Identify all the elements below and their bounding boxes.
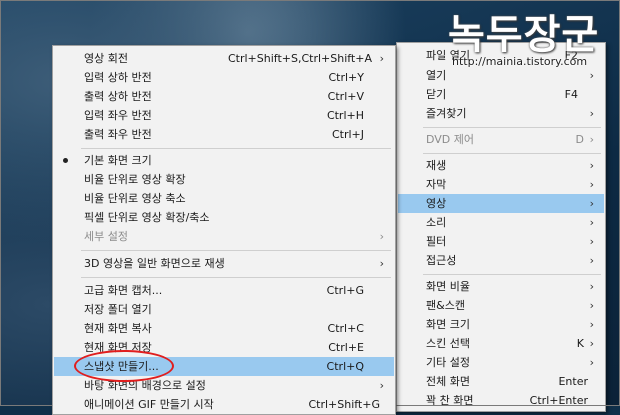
menu-item-advanced-capture[interactable]: 고급 화면 캡처... Ctrl+G: [54, 281, 394, 300]
menu-item-3d-to-2d[interactable]: 3D 영상을 일반 화면으로 재생 ›: [54, 254, 394, 273]
menu-item-screen-size[interactable]: 화면 크기 ›: [398, 315, 604, 334]
menu-item-ratio-zoom-out[interactable]: 비율 단위로 영상 축소: [54, 189, 394, 208]
watermark-url: http://mainia.tistory.com: [452, 55, 588, 68]
menu-separator: [81, 277, 391, 278]
menu-item-filter[interactable]: 필터 ›: [398, 232, 604, 251]
menu-item-copy-frame[interactable]: 현재 화면 복사 Ctrl+C: [54, 319, 394, 338]
menu-item-animated-gif[interactable]: 애니메이션 GIF 만들기 시작 Ctrl+Shift+G: [54, 395, 394, 414]
menu-item-input-flip-vertical[interactable]: 입력 상하 반전 Ctrl+Y: [54, 68, 394, 87]
menu-item-default-screen-size[interactable]: 기본 화면 크기: [54, 151, 394, 170]
menu-item-open-save-folder[interactable]: 저장 폴더 열기: [54, 300, 394, 319]
watermark-title: 녹두장군: [448, 12, 600, 58]
menu-item-detail-settings[interactable]: 세부 설정 ›: [54, 227, 394, 246]
menu-item-pan-scan[interactable]: 팬&스캔 ›: [398, 296, 604, 315]
menu-item-skin[interactable]: 스킨 선택 K ›: [398, 334, 604, 353]
highlight-annotation-ellipse: [74, 350, 174, 382]
menu-item-ratio-zoom-in[interactable]: 비율 단위로 영상 확장: [54, 170, 394, 189]
menu-item-output-flip-horizontal[interactable]: 출력 좌우 반전 Ctrl+J: [54, 125, 394, 144]
chevron-right-icon: ›: [589, 69, 594, 82]
radio-selected-icon: [63, 158, 68, 163]
menu-item-subtitles[interactable]: 자막 ›: [398, 175, 604, 194]
chevron-right-icon: ›: [589, 197, 594, 210]
chevron-right-icon: ›: [589, 318, 594, 331]
menu-separator: [81, 148, 391, 149]
menu-item-fit-screen[interactable]: 꽉 찬 화면 Ctrl+Enter: [398, 391, 604, 410]
menu-item-playback[interactable]: 재생 ›: [398, 156, 604, 175]
chevron-right-icon: ›: [379, 257, 384, 270]
chevron-right-icon: ›: [589, 216, 594, 229]
chevron-right-icon: ›: [589, 159, 594, 172]
chevron-right-icon: ›: [589, 235, 594, 248]
chevron-right-icon: ›: [589, 337, 594, 350]
menu-item-fullscreen[interactable]: 전체 화면 Enter: [398, 372, 604, 391]
menu-item-favorites[interactable]: 즐겨찾기 ›: [398, 104, 604, 123]
chevron-right-icon: ›: [379, 230, 384, 243]
chevron-right-icon: ›: [379, 52, 384, 65]
chevron-right-icon: ›: [379, 379, 384, 392]
menu-item-rotate-video[interactable]: 영상 회전 Ctrl+Shift+S,Ctrl+Shift+A ›: [54, 49, 394, 68]
menu-item-open[interactable]: 열기 ›: [398, 66, 604, 85]
menu-item-dvd-control[interactable]: DVD 제어 D ›: [398, 130, 604, 149]
menu-separator: [423, 153, 601, 154]
menu-item-close[interactable]: 닫기 F4: [398, 85, 604, 104]
menu-item-input-flip-horizontal[interactable]: 입력 좌우 반전 Ctrl+H: [54, 106, 394, 125]
chevron-right-icon: ›: [589, 280, 594, 293]
menu-item-sound[interactable]: 소리 ›: [398, 213, 604, 232]
chevron-right-icon: ›: [589, 356, 594, 369]
main-context-menu: 파일 열기 F2 열기 › 닫기 F4 즐겨찾기 › DVD 제어 D › 재생…: [396, 42, 606, 412]
menu-item-output-flip-vertical[interactable]: 출력 상하 반전 Ctrl+V: [54, 87, 394, 106]
chevron-right-icon: ›: [589, 178, 594, 191]
menu-item-aspect-ratio[interactable]: 화면 비율 ›: [398, 277, 604, 296]
menu-item-other-settings[interactable]: 기타 설정 ›: [398, 353, 604, 372]
chevron-right-icon: ›: [589, 254, 594, 267]
chevron-right-icon: ›: [589, 107, 594, 120]
menu-separator: [423, 127, 601, 128]
menu-separator: [423, 274, 601, 275]
menu-item-accessibility[interactable]: 접근성 ›: [398, 251, 604, 270]
menu-item-video[interactable]: 영상 ›: [398, 194, 604, 213]
chevron-right-icon: ›: [589, 133, 594, 146]
menu-separator: [81, 250, 391, 251]
menu-item-pixel-zoom[interactable]: 픽셀 단위로 영상 확장/축소: [54, 208, 394, 227]
chevron-right-icon: ›: [589, 299, 594, 312]
